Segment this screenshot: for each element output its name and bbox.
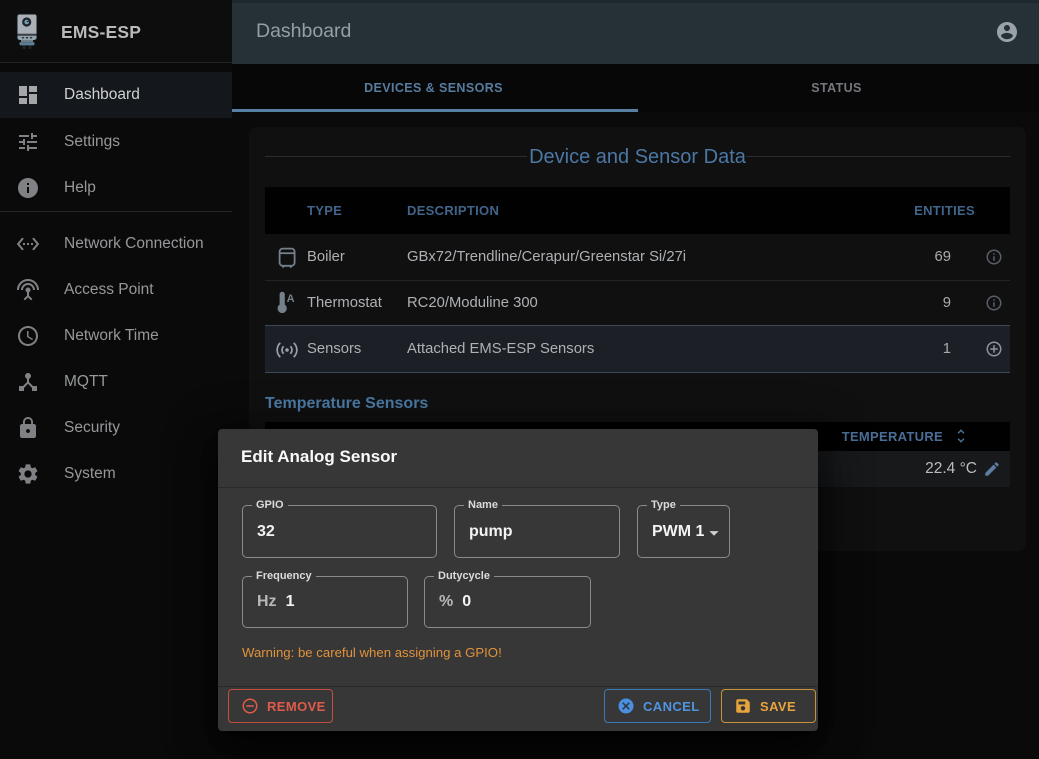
svg-text:A: A xyxy=(287,293,295,305)
